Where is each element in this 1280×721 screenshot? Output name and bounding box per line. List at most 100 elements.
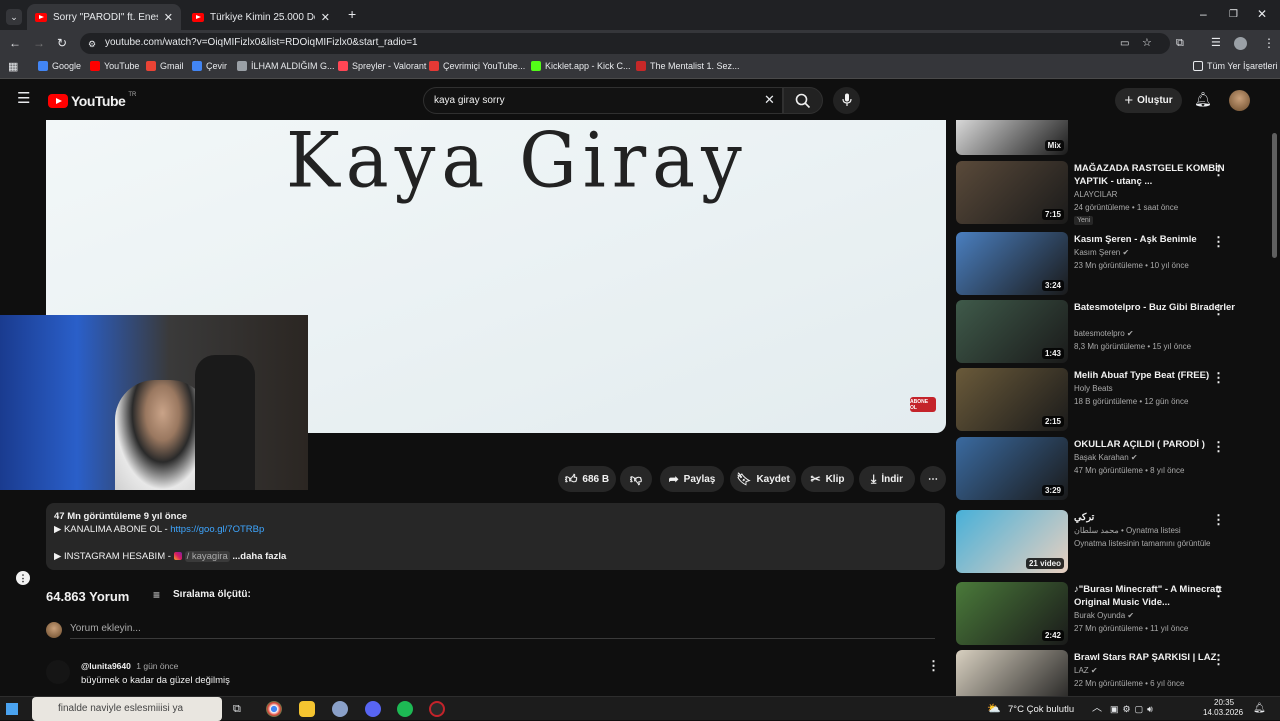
sort-icon[interactable]: ≡	[153, 588, 160, 602]
bookmark-item[interactable]: The Mentalist 1. Sez...	[636, 61, 740, 71]
recommended-channel[interactable]: Burak Oyunda ✔	[1074, 611, 1134, 620]
bookmark-item[interactable]: Google	[38, 61, 81, 71]
page-scrollbar-thumb[interactable]	[1272, 133, 1277, 258]
weather-text[interactable]: 7°C Çok bulutlu	[1008, 704, 1074, 715]
clock-time[interactable]: 20:35	[1214, 698, 1234, 707]
search-input[interactable]: kaya giray sorry	[434, 95, 505, 106]
comment-author[interactable]: @lunita9640	[81, 661, 131, 671]
video-thumbnail[interactable]: 2:15	[956, 368, 1068, 431]
bookmark-item[interactable]: Çevrimiçi YouTube...	[429, 61, 525, 71]
notifications-bell-icon[interactable]: 🔔︎	[1194, 92, 1212, 106]
recommended-video[interactable]: 7:15 MAĞAZADA RASTGELE KOMBİN YAPTIK - ut…	[956, 161, 1274, 225]
reading-list-icon[interactable]: ☰	[1211, 37, 1221, 49]
sort-button[interactable]: Sıralama ölçütü:	[173, 589, 251, 600]
apps-grid-icon[interactable]: ▦	[8, 61, 18, 73]
commenter-avatar[interactable]	[46, 660, 70, 684]
reload-icon[interactable]: ↻	[57, 37, 67, 49]
bookmark-item[interactable]: İLHAM ALDIĞIM G...	[237, 61, 335, 71]
voice-search-button[interactable]	[833, 87, 860, 114]
show-more-link[interactable]: ...daha fazla	[232, 551, 286, 562]
tray-icons[interactable]: ▣⚙▢🔊︎	[1110, 703, 1157, 715]
more-options-icon[interactable]: ⋮	[1212, 652, 1225, 668]
profile-icon[interactable]	[1234, 37, 1247, 50]
recommended-channel[interactable]: ALAYCILAR	[1074, 190, 1117, 199]
more-options-icon[interactable]: ⋮	[1212, 234, 1225, 250]
recommended-channel[interactable]: Başak Karahan ✔	[1074, 453, 1138, 462]
new-tab-button[interactable]: +	[348, 7, 356, 21]
download-button[interactable]: ⤓ İndir	[859, 466, 915, 492]
recommended-video[interactable]: 1:43 Batesmotelpro - Buz Gibi Biraderler b…	[956, 300, 1274, 364]
close-window-icon[interactable]: ✕	[1257, 8, 1267, 20]
forward-icon[interactable]: →	[33, 37, 45, 49]
search-box[interactable]: kaya giray sorry ✕	[423, 87, 783, 114]
bookmark-item[interactable]: Kicklet.app - Kick C...	[531, 61, 631, 71]
recommended-meta[interactable]: Oynatma listesinin tamamını görüntüle	[1074, 539, 1211, 548]
recommended-video[interactable]: 2:42 ♪"Burası Minecraft" - A Minecraft Or…	[956, 582, 1274, 646]
recommended-video[interactable]: 2:15 Melih Abuaf Type Beat (FREE) Holy Bea…	[956, 368, 1274, 432]
more-options-icon[interactable]: ⋮	[1212, 302, 1225, 318]
bookmark-item[interactable]: Çevir	[192, 61, 227, 71]
recommended-video[interactable]: Mix	[956, 120, 1274, 155]
video-thumbnail[interactable]: 1:43	[956, 300, 1068, 363]
close-tab-icon[interactable]: ✕	[321, 11, 330, 24]
youtube-logo[interactable]: YouTube TR	[48, 92, 136, 109]
discord-icon[interactable]	[365, 701, 381, 717]
clear-search-icon[interactable]: ✕	[764, 93, 775, 106]
weather-icon[interactable]: ⛅	[987, 702, 1001, 715]
subscribe-watermark[interactable]: ABONE OL	[910, 397, 936, 412]
restore-icon[interactable]: ❐	[1229, 9, 1238, 21]
more-actions-button[interactable]: ⋯	[920, 466, 946, 492]
info-icon[interactable]: ⋮	[16, 571, 30, 585]
video-thumbnail[interactable]: 3:24	[956, 232, 1068, 295]
spotify-icon[interactable]	[397, 701, 413, 717]
more-options-icon[interactable]: ⋮	[1212, 370, 1225, 386]
settings-app-icon[interactable]	[332, 701, 348, 717]
close-tab-icon[interactable]: ✕	[164, 11, 173, 24]
extensions-icon[interactable]: ⧉	[1176, 37, 1184, 49]
dislike-button[interactable]: 👎︎	[620, 466, 652, 492]
browser-menu-icon[interactable]: ⋮	[1263, 37, 1275, 49]
search-button[interactable]	[783, 87, 823, 114]
tab-sorry-parodi[interactable]: Sorry "PARODİ" ft. Enes Batur & ✕	[27, 4, 181, 30]
share-button[interactable]: ➦ Paylaş	[660, 466, 724, 492]
video-thumbnail[interactable]: 7:15	[956, 161, 1068, 224]
instagram-link[interactable]: / kayagira	[184, 551, 230, 562]
notification-center-icon[interactable]: 🔔︎	[1253, 703, 1266, 715]
more-options-icon[interactable]: ⋮	[1212, 163, 1225, 179]
back-icon[interactable]: ←	[9, 37, 21, 49]
address-bar[interactable]: ⚙ youtube.com/watch?v=OiqMIFizlx0&list=R…	[80, 33, 1170, 54]
tab-turkiye-kimin[interactable]: Türkiye Kimin 25.000 Dolar Kaz ✕	[184, 4, 338, 30]
bookmark-item[interactable]: Gmail	[146, 61, 184, 71]
channel-link[interactable]: https://goo.gl/7OTRBp	[170, 524, 264, 535]
video-thumbnail[interactable]: 2:42	[956, 582, 1068, 645]
tab-search-icon[interactable]: ⌄	[6, 9, 22, 25]
minimize-icon[interactable]: –	[1200, 8, 1207, 20]
site-info-icon[interactable]: ⚙	[88, 38, 96, 50]
comment-menu-icon[interactable]: ⋮	[927, 658, 940, 674]
more-options-icon[interactable]: ⋮	[1212, 439, 1225, 455]
bookmark-item[interactable]: Spreyler - Valorant	[338, 61, 426, 71]
task-view-icon[interactable]: ⧉	[233, 703, 241, 715]
recommended-channel[interactable]: Holy Beats	[1074, 384, 1113, 393]
all-bookmarks[interactable]: Tüm Yer İşaretleri	[1193, 61, 1278, 71]
comment-time[interactable]: 1 gün önce	[136, 661, 178, 671]
chrome-taskbar-icon[interactable]	[266, 701, 282, 717]
taskbar-search-box[interactable]: finalde naviyle eslesmiiisi ya	[32, 697, 222, 721]
recommended-channel[interactable]: LAZ ✔	[1074, 666, 1098, 675]
more-options-icon[interactable]: ⋮	[1212, 584, 1225, 600]
recommended-channel[interactable]: batesmotelpro ✔	[1074, 329, 1134, 338]
clip-button[interactable]: ✂ Klip	[801, 466, 854, 492]
cast-icon[interactable]: ▭	[1120, 38, 1129, 50]
obs-icon[interactable]	[429, 701, 445, 717]
save-button[interactable]: 🔖︎ Kaydet	[730, 466, 796, 492]
video-description[interactable]: 47 Mn görüntüleme 9 yıl önce ▶ KANALIMA …	[46, 503, 945, 570]
video-thumbnail[interactable]: 3:29	[956, 437, 1068, 500]
file-explorer-icon[interactable]	[299, 701, 315, 717]
recommended-channel[interactable]: Kasım Şeren ✔	[1074, 248, 1129, 257]
bookmark-star-icon[interactable]: ☆	[1142, 37, 1152, 49]
bookmark-item[interactable]: YouTube	[90, 61, 139, 71]
video-thumbnail[interactable]: Mix	[956, 120, 1068, 155]
add-comment-input[interactable]: Yorum ekleyin...	[70, 623, 141, 634]
create-button[interactable]: + Oluştur	[1115, 88, 1182, 113]
hamburger-menu-icon[interactable]: ☰	[17, 91, 30, 106]
